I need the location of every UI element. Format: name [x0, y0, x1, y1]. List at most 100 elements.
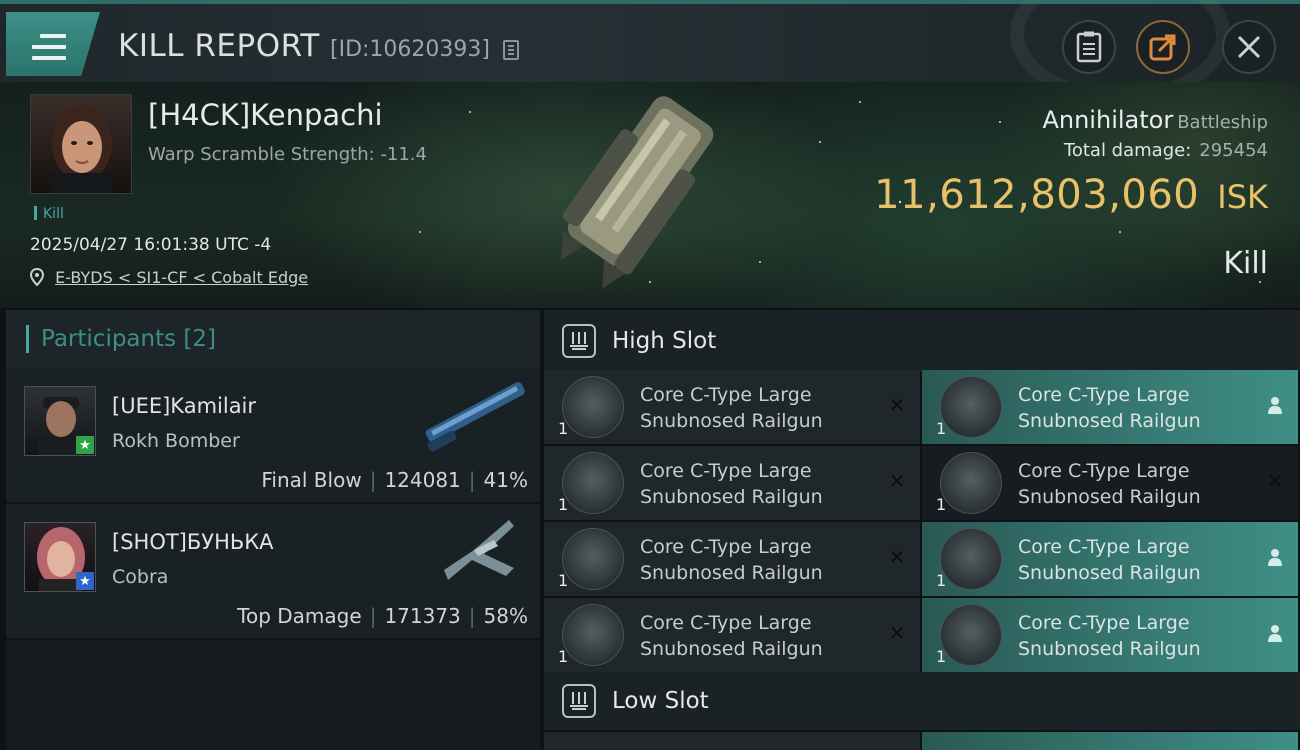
close-button[interactable]: [1222, 20, 1276, 74]
railgun-module-icon: [562, 604, 624, 666]
module-slot[interactable]: 1 Core C-Type Large Snubnosed Railgun: [922, 598, 1298, 672]
module-name: Core C-Type Large Snubnosed Railgun: [640, 612, 823, 660]
module-slot[interactable]: 1 Core C-Type Large Snubnosed Railgun ✕: [544, 446, 920, 520]
module-slot[interactable]: 1 Core C-Type Large Snubnosed Railgun ✕: [544, 522, 920, 596]
kill-location[interactable]: E-BYDS < SI1-CF < Cobalt Edge: [29, 267, 308, 287]
low-slot-icon: [562, 684, 596, 718]
pilot-portrait-image: [51, 105, 113, 193]
dropped-person-icon: [1264, 394, 1286, 416]
total-damage-label: Total damage:: [1063, 140, 1192, 161]
report-log-button[interactable]: [1062, 20, 1116, 74]
participant-name[interactable]: [SHOT]БУНЬКА: [112, 530, 274, 554]
kill-type-tag: Kill: [34, 206, 64, 222]
participant-role: Top Damage: [237, 604, 362, 628]
participant-avatar[interactable]: ★: [24, 386, 96, 456]
destroyed-icon: ✕: [888, 621, 906, 645]
share-button[interactable]: [1136, 20, 1190, 74]
module-name: Core C-Type Large Snubnosed Railgun: [640, 460, 823, 508]
clipboard-icon: [1076, 31, 1102, 63]
module-quantity: 1: [936, 495, 947, 514]
destroyed-icon: ✕: [888, 469, 906, 493]
participant-row[interactable]: ★ [UEE]Kamilair Rokh Bomber Final Blow | 1…: [6, 368, 540, 504]
module-slot[interactable]: 1 Core C-Type Large Snubnosed Railgun: [922, 370, 1298, 444]
location-link[interactable]: E-BYDS < SI1-CF < Cobalt Edge: [55, 268, 308, 287]
module-name: Core C-Type Large Snubnosed Railgun: [1018, 384, 1201, 432]
railgun-module-icon: [940, 528, 1002, 590]
module-quantity: 1: [936, 571, 947, 590]
module-name: Core C-Type Large Snubnosed Railgun: [640, 536, 823, 584]
module-slot[interactable]: 1 Core C-Type Large Snubnosed Railgun ✕: [544, 598, 920, 672]
participant-row[interactable]: ★ [SHOT]БУНЬКА Cobra Top Damage | 171373 | 5…: [6, 504, 540, 640]
isk-value-display: 11,612,803,060 ISK: [874, 172, 1268, 218]
railgun-module-icon: [940, 376, 1002, 438]
module-name: Core C-Type Large Snubnosed Railgun: [1018, 536, 1201, 584]
kill-timestamp: 2025/04/27 16:01:38 UTC -4: [30, 235, 272, 255]
module-name: Core C-Type Large Snubnosed Railgun: [640, 384, 823, 432]
module-quantity: 1: [558, 419, 569, 438]
module-slot[interactable]: 1 Core C-Type Large Snubnosed Railgun ✕: [922, 446, 1298, 520]
total-damage: Total damage: 295454: [1064, 140, 1268, 161]
header-bar: KILL REPORT [ID:10620393]: [0, 0, 1300, 104]
standing-badge-icon: ★: [76, 436, 94, 454]
destroyed-icon: ✕: [1266, 469, 1284, 493]
warp-scramble-strength: Warp Scramble Strength: -11.4: [148, 144, 427, 165]
participants-header: Participants [2]: [6, 310, 540, 368]
participant-ship: Cobra: [112, 566, 169, 588]
total-damage-value: 295454: [1199, 140, 1268, 161]
railgun-module-icon: [562, 528, 624, 590]
destroyed-icon: ✕: [888, 393, 906, 417]
copy-id-icon[interactable]: [503, 40, 519, 60]
victim-name[interactable]: [H4CK]Kenpachi: [148, 98, 383, 132]
destroyed-icon: ✕: [888, 545, 906, 569]
participant-stats: Top Damage | 171373 | 58%: [237, 604, 528, 628]
participant-avatar[interactable]: ★: [24, 522, 96, 592]
victim-banner: [H4CK]Kenpachi Warp Scramble Strength: -…: [0, 82, 1300, 308]
railgun-module-icon: [940, 452, 1002, 514]
victim-portrait[interactable]: [30, 94, 132, 194]
module-name: Core C-Type Large Snubnosed Railgun: [1018, 612, 1201, 660]
victim-ship-info: Annihilator Battleship: [1042, 106, 1268, 134]
participant-percent: 41%: [483, 468, 528, 492]
participant-role: Final Blow: [261, 468, 362, 492]
low-slot-label: Low Slot: [612, 688, 709, 714]
module-quantity: 1: [558, 571, 569, 590]
low-slot-header: Low Slot: [544, 672, 1300, 730]
participant-ship: Rokh Bomber: [112, 430, 240, 452]
isk-unit: ISK: [1217, 178, 1268, 216]
participant-name[interactable]: [UEE]Kamilair: [112, 394, 256, 418]
share-icon: [1149, 34, 1176, 61]
railgun-module-icon: [940, 604, 1002, 666]
high-slot-header: High Slot: [544, 310, 1300, 372]
module-slot[interactable]: [544, 732, 920, 750]
menu-button[interactable]: [6, 12, 100, 76]
close-icon: [1237, 35, 1261, 59]
isk-value: 11,612,803,060: [874, 172, 1200, 218]
participant-ship-image: [425, 382, 525, 452]
participant-ship-image: [444, 520, 514, 580]
kill-result: Kill: [1223, 246, 1268, 281]
report-id: [ID:10620393]: [330, 37, 490, 62]
participants-label: Participants: [41, 326, 177, 352]
ship-name[interactable]: Annihilator: [1042, 106, 1173, 134]
participant-percent: 58%: [483, 604, 528, 628]
location-pin-icon: [29, 267, 45, 287]
module-slot[interactable]: 1 Core C-Type Large Snubnosed Railgun ✕: [544, 370, 920, 444]
high-slot-label: High Slot: [612, 328, 717, 354]
victim-ship-image: [561, 96, 714, 289]
page-title: KILL REPORT: [118, 28, 320, 64]
participants-count: [2]: [183, 326, 217, 352]
high-slot-icon: [562, 324, 596, 358]
hamburger-menu-icon: [32, 34, 66, 64]
module-quantity: 1: [558, 495, 569, 514]
module-slot[interactable]: 1 Core C-Type Large Snubnosed Railgun: [922, 522, 1298, 596]
module-quantity: 1: [936, 419, 947, 438]
dropped-person-icon: [1264, 622, 1286, 644]
participant-damage: 171373: [384, 604, 461, 628]
railgun-module-icon: [562, 376, 624, 438]
module-quantity: 1: [936, 647, 947, 666]
ship-class: Battleship: [1177, 112, 1268, 133]
module-slot[interactable]: [922, 732, 1298, 750]
participant-damage: 124081: [384, 468, 461, 492]
participant-stats: Final Blow | 124081 | 41%: [261, 468, 528, 492]
standing-badge-icon: ★: [76, 572, 94, 590]
